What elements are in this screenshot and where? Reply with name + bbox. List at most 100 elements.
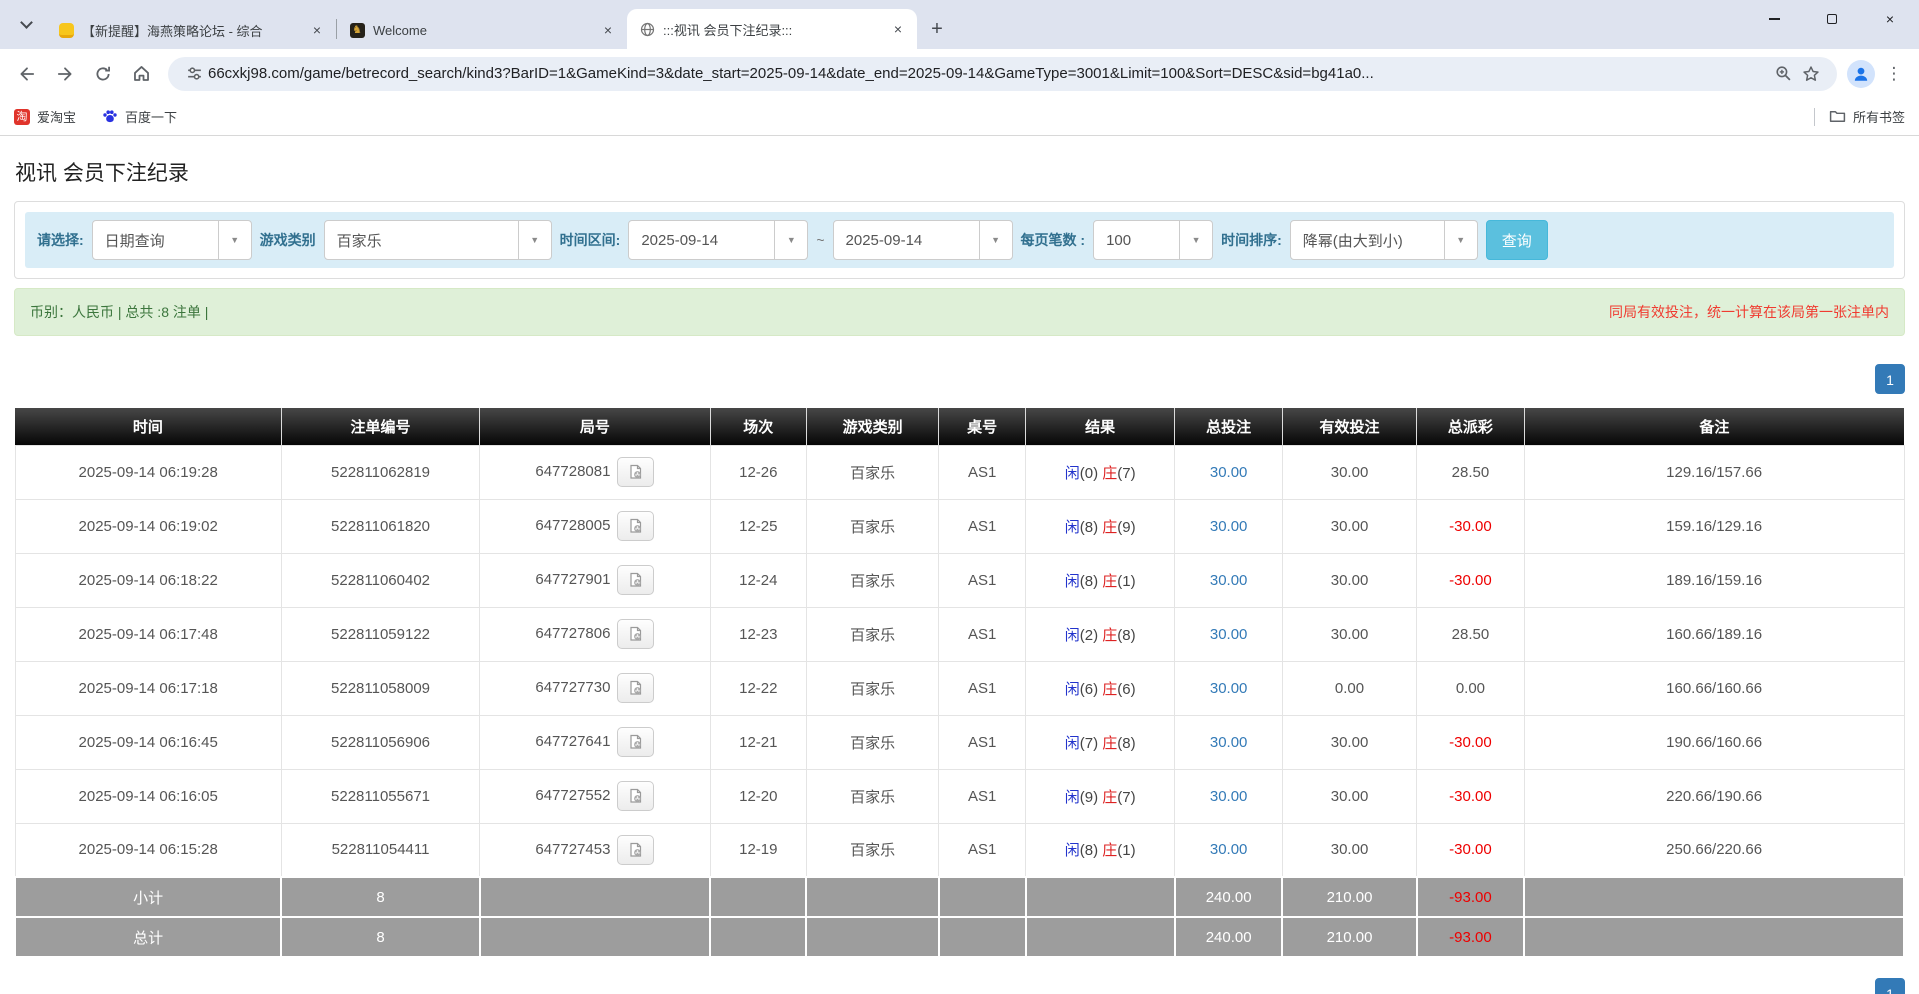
tab-search-button[interactable] — [12, 11, 40, 39]
total-bet-link[interactable]: 30.00 — [1210, 518, 1248, 535]
all-bookmarks-button[interactable]: 所有书签 — [1814, 107, 1905, 126]
cell-time: 2025-09-14 06:17:18 — [15, 661, 281, 715]
minimize-icon — [1769, 18, 1780, 19]
query-type-select[interactable]: 日期查询 ▼ — [92, 220, 252, 260]
cell-result: 闲(0) 庄(7) — [1026, 445, 1175, 499]
person-icon — [1852, 65, 1870, 83]
divider — [1814, 108, 1815, 126]
col-table: 桌号 — [939, 408, 1026, 445]
video-record-button[interactable] — [617, 457, 654, 487]
cell-valid-bet: 30.00 — [1282, 553, 1416, 607]
table-row: 2025-09-14 06:15:28 522811054411 6477274… — [15, 823, 1904, 877]
video-record-button[interactable] — [617, 511, 654, 541]
video-record-button[interactable] — [617, 781, 654, 811]
date-end-input[interactable]: 2025-09-14 ▼ — [833, 220, 1013, 260]
cell-result: 闲(7) 庄(8) — [1026, 715, 1175, 769]
player-result-label: 闲 — [1065, 842, 1080, 859]
total-bet-link[interactable]: 30.00 — [1210, 680, 1248, 697]
player-result-label: 闲 — [1065, 519, 1080, 536]
close-tab-icon[interactable]: × — [599, 21, 617, 39]
tab-forum[interactable]: 【新提醒】海燕策略论坛 - 综合 × — [46, 11, 336, 49]
filter-panel: 请选择: 日期查询 ▼ 游戏类别 百家乐 ▼ 时间区间: 2025-09-14 … — [14, 201, 1905, 279]
round-number: 647727730 — [535, 679, 610, 696]
home-button[interactable] — [124, 57, 158, 91]
profile-avatar[interactable] — [1847, 60, 1875, 88]
video-record-button[interactable] — [617, 727, 654, 757]
total-bet-link[interactable]: 30.00 — [1210, 734, 1248, 751]
date-start-input[interactable]: 2025-09-14 ▼ — [628, 220, 808, 260]
table-body: 2025-09-14 06:19:28 522811062819 6477280… — [15, 445, 1904, 877]
video-record-button[interactable] — [617, 619, 654, 649]
back-button[interactable] — [10, 57, 44, 91]
query-type-value: 日期查询 — [93, 221, 218, 259]
close-tab-icon[interactable]: × — [889, 20, 907, 38]
cell-table: AS1 — [939, 445, 1026, 499]
search-button[interactable]: 查询 — [1486, 220, 1548, 260]
cell-time: 2025-09-14 06:19:28 — [15, 445, 281, 499]
bet-records-table: 时间 注单编号 局号 场次 游戏类别 桌号 结果 总投注 有效投注 总派彩 备注… — [14, 408, 1905, 958]
reload-button[interactable] — [86, 57, 120, 91]
zoom-icon[interactable] — [1769, 60, 1797, 88]
pagination-top: 1 — [14, 364, 1905, 394]
video-record-button[interactable] — [617, 673, 654, 703]
sort-select[interactable]: 降幂(由大到小) ▼ — [1290, 220, 1478, 260]
video-record-button[interactable] — [617, 565, 654, 595]
cell-bet-id: 522811056906 — [281, 715, 479, 769]
browser-menu-button[interactable]: ⋮ — [1879, 64, 1909, 84]
total-total-bet: 240.00 — [1175, 917, 1283, 957]
maximize-button[interactable] — [1803, 0, 1861, 38]
cell-payout: 0.00 — [1417, 661, 1525, 715]
cell-note: 160.66/160.66 — [1524, 661, 1904, 715]
minimize-button[interactable] — [1745, 0, 1803, 38]
video-file-icon — [628, 464, 644, 480]
video-record-button[interactable] — [617, 835, 654, 865]
cell-game: 百家乐 — [806, 607, 938, 661]
game-type-value: 百家乐 — [325, 221, 518, 259]
col-result: 结果 — [1026, 408, 1175, 445]
player-result-label: 闲 — [1065, 681, 1080, 698]
cell-note: 129.16/157.66 — [1524, 445, 1904, 499]
omnibox[interactable]: 66cxkj98.com/game/betrecord_search/kind3… — [168, 57, 1837, 91]
bookmark-star-icon[interactable] — [1797, 60, 1825, 88]
total-bet-link[interactable]: 30.00 — [1210, 464, 1248, 481]
player-result-label: 闲 — [1065, 627, 1080, 644]
cell-payout: 28.50 — [1417, 445, 1525, 499]
per-page-select[interactable]: 100 ▼ — [1093, 220, 1213, 260]
table-row: 2025-09-14 06:16:45 522811056906 6477276… — [15, 715, 1904, 769]
total-bet-link[interactable]: 30.00 — [1210, 626, 1248, 643]
cell-table: AS1 — [939, 823, 1026, 877]
bookmark-taobao[interactable]: 淘 爱淘宝 — [14, 107, 76, 126]
tab-welcome[interactable]: ♞ Welcome × — [337, 11, 627, 49]
table-row: 2025-09-14 06:19:28 522811062819 6477280… — [15, 445, 1904, 499]
window-controls: × — [1745, 0, 1919, 38]
total-bet-link[interactable]: 30.00 — [1210, 841, 1248, 858]
col-valid-bet: 有效投注 — [1282, 408, 1416, 445]
cell-time: 2025-09-14 06:19:02 — [15, 499, 281, 553]
cell-table: AS1 — [939, 553, 1026, 607]
subtotal-valid-bet: 210.00 — [1282, 877, 1416, 917]
bookmark-baidu[interactable]: 百度一下 — [102, 107, 177, 126]
url-text[interactable]: 66cxkj98.com/game/betrecord_search/kind3… — [208, 65, 1769, 82]
game-type-select[interactable]: 百家乐 ▼ — [324, 220, 552, 260]
new-tab-button[interactable]: + — [923, 15, 951, 43]
site-settings-icon[interactable] — [180, 60, 208, 88]
close-window-button[interactable]: × — [1861, 0, 1919, 38]
total-bet-link[interactable]: 30.00 — [1210, 788, 1248, 805]
tab-strip: 【新提醒】海燕策略论坛 - 综合 × ♞ Welcome × :::视讯 会员下… — [0, 0, 1919, 49]
page-1-button[interactable]: 1 — [1875, 978, 1905, 994]
cell-session: 12-22 — [710, 661, 806, 715]
per-page-value: 100 — [1094, 221, 1179, 259]
round-number: 647727806 — [535, 625, 610, 642]
cell-session: 12-19 — [710, 823, 806, 877]
date-range-label: 时间区间: — [560, 230, 621, 250]
forward-button[interactable] — [48, 57, 82, 91]
total-bet-link[interactable]: 30.00 — [1210, 572, 1248, 589]
tab-bet-records-active[interactable]: :::视讯 会员下注纪录::: × — [627, 9, 917, 49]
close-tab-icon[interactable]: × — [308, 21, 326, 39]
cell-total-bet: 30.00 — [1175, 607, 1283, 661]
cell-game: 百家乐 — [806, 661, 938, 715]
cell-payout: -30.00 — [1417, 823, 1525, 877]
cell-session: 12-21 — [710, 715, 806, 769]
folder-icon — [1829, 108, 1846, 125]
page-1-button[interactable]: 1 — [1875, 364, 1905, 394]
